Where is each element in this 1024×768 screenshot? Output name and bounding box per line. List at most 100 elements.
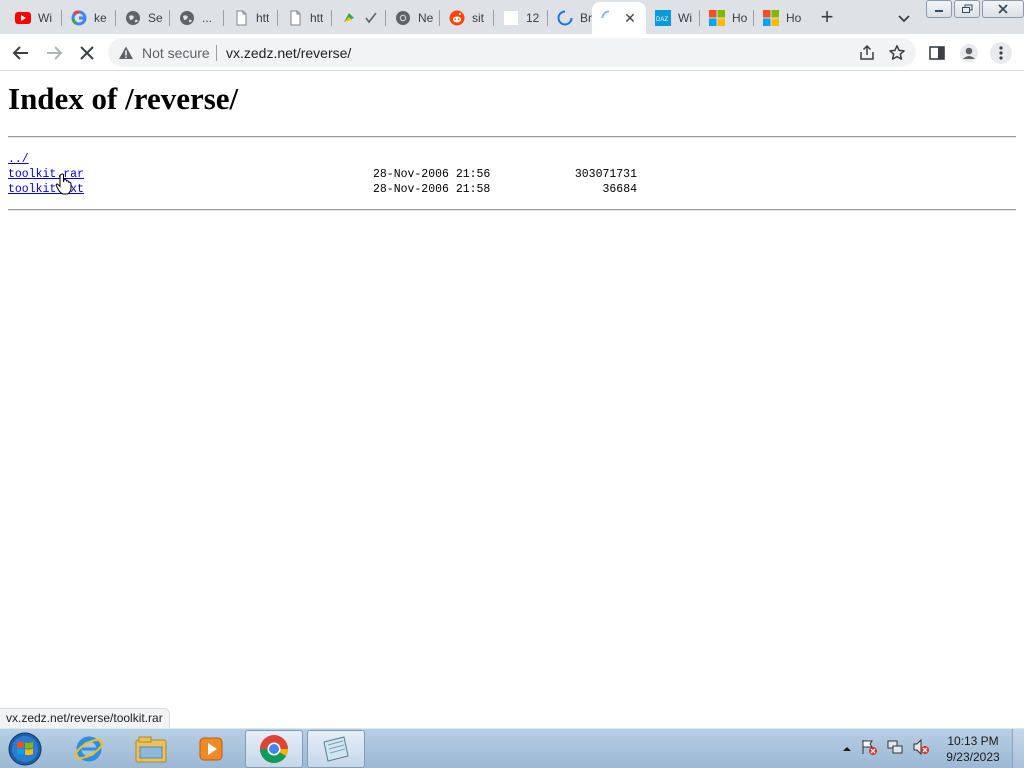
taskbar-clock[interactable]: 10:13 PM 9/23/2023 (940, 733, 1006, 765)
network-icon[interactable] (886, 738, 904, 761)
tab-title: Ne (418, 11, 434, 25)
window-controls (926, 0, 1024, 18)
globe-icon (179, 10, 195, 26)
back-button[interactable] (10, 42, 32, 64)
tab-strip: Wi ke Se ... htt htt Ne sit 12 Br ✕ DAZ … (0, 0, 1024, 34)
minimize-icon (935, 10, 943, 12)
web-page: Index of /reverse/ ../ toolkit.rar 28-No… (0, 72, 1024, 728)
show-hidden-icons-icon[interactable] (842, 740, 852, 758)
file-date: 28-Nov-2006 21:58 (373, 183, 491, 196)
document-icon (287, 10, 303, 26)
close-icon (998, 4, 1008, 14)
divider-bottom (8, 209, 1016, 211)
tab-google[interactable]: ke (62, 4, 114, 32)
tab-microsoft-2[interactable]: Ho (754, 4, 806, 32)
kebab-menu-icon (999, 46, 1003, 60)
chevron-down-icon (898, 15, 910, 23)
chrome-icon (259, 735, 288, 763)
side-panel-icon (929, 46, 945, 60)
tab-globe[interactable]: ... (170, 4, 222, 32)
stop-loading-button[interactable] (76, 42, 98, 64)
globe-icon (125, 10, 141, 26)
tab-microsoft-1[interactable]: Ho (700, 4, 752, 32)
back-arrow-icon (12, 46, 28, 60)
microsoft-icon (709, 10, 725, 26)
tab-title: sit (472, 11, 484, 25)
menu-button[interactable] (990, 42, 1012, 64)
tab-bri[interactable]: Bri (548, 4, 592, 32)
taskbar-internet-explorer[interactable] (60, 730, 118, 768)
tab-title: Bri (580, 11, 592, 25)
taskbar-chrome[interactable] (245, 730, 303, 768)
new-tab-button[interactable]: + (814, 5, 840, 31)
warning-icon[interactable] (118, 45, 134, 61)
tab-htt-1[interactable]: htt (224, 4, 276, 32)
forward-arrow-icon (47, 46, 63, 60)
taskbar-file-explorer[interactable] (122, 730, 180, 768)
tab-12[interactable]: 12 (494, 4, 546, 32)
dazn-icon: DAZ (655, 10, 671, 26)
listing-row-parent: ../ (8, 153, 708, 168)
media-player-icon (199, 737, 223, 761)
file-date: 28-Nov-2006 21:56 (373, 168, 491, 181)
side-panel-button[interactable] (926, 42, 948, 64)
tab-htt-2[interactable]: htt (278, 4, 330, 32)
start-button[interactable] (6, 731, 44, 767)
directory-listing: ../ toolkit.rar 28-Nov-2006 21:56 303071… (8, 153, 708, 198)
windows-start-icon (8, 732, 42, 766)
tab-dazn[interactable]: DAZ Wi (646, 4, 698, 32)
close-tab-icon[interactable]: ✕ (622, 10, 638, 26)
minimize-button[interactable] (926, 0, 952, 18)
link-status-bubble: vx.zedz.net/reverse/toolkit.rar (0, 708, 170, 728)
forward-button[interactable] (43, 42, 65, 64)
tab-title: htt (256, 11, 270, 25)
microsoft-icon (763, 10, 779, 26)
profile-avatar-icon (960, 44, 978, 62)
tab-title: Wi (38, 11, 52, 25)
tab-extension[interactable] (332, 4, 384, 32)
chrome-icon (395, 10, 411, 26)
share-icon[interactable] (858, 44, 876, 62)
clock-date: 9/23/2023 (946, 750, 1000, 764)
bookmark-star-icon[interactable] (888, 44, 906, 62)
tab-title: htt (310, 11, 324, 25)
blank-page-icon (503, 10, 519, 26)
stop-icon (80, 46, 94, 60)
svg-text:DAZ: DAZ (656, 17, 668, 23)
internet-explorer-icon (74, 736, 104, 762)
system-tray (842, 738, 930, 761)
tab-ne[interactable]: Ne (386, 4, 438, 32)
google-icon (71, 10, 87, 26)
notepad-icon (323, 736, 349, 762)
tab-search-button[interactable] (894, 8, 914, 28)
volume-muted-icon[interactable] (912, 738, 930, 761)
security-label[interactable]: Not secure (142, 45, 210, 61)
listing-row: toolkit.txt 28-Nov-2006 21:58 36684 (8, 183, 708, 198)
restore-icon (962, 4, 973, 13)
taskbar-notepad-app[interactable] (307, 730, 365, 768)
url-text[interactable]: vx.zedz.net/reverse/ (226, 45, 351, 61)
restore-button[interactable] (954, 0, 980, 18)
document-icon (233, 10, 249, 26)
profile-button[interactable] (958, 42, 980, 64)
address-bar[interactable]: Not secure vx.zedz.net/reverse/ (108, 38, 916, 67)
loading-spinner-icon (601, 10, 617, 26)
tab-youtube[interactable]: Wi (6, 4, 58, 32)
action-center-flag-icon[interactable] (860, 738, 878, 761)
taskbar-media-player[interactable] (182, 730, 240, 768)
youtube-icon (15, 10, 31, 26)
browser-toolbar: Not secure vx.zedz.net/reverse/ (0, 34, 1024, 71)
omnibox-divider (216, 45, 217, 61)
show-desktop-button[interactable] (1012, 729, 1024, 768)
file-size: 36684 (602, 183, 637, 196)
tab-active[interactable]: ✕ (592, 2, 646, 34)
page-title: Index of /reverse/ (8, 81, 239, 116)
reddit-icon (449, 10, 465, 26)
tab-se[interactable]: Se (116, 4, 168, 32)
listing-row: toolkit.rar 28-Nov-2006 21:56 303071731 (8, 168, 708, 183)
tab-title: Ho (786, 11, 802, 25)
parent-directory-link[interactable]: ../ (8, 153, 29, 166)
tab-reddit[interactable]: sit (440, 4, 492, 32)
tab-title: ke (94, 11, 107, 25)
close-window-button[interactable] (982, 0, 1024, 18)
